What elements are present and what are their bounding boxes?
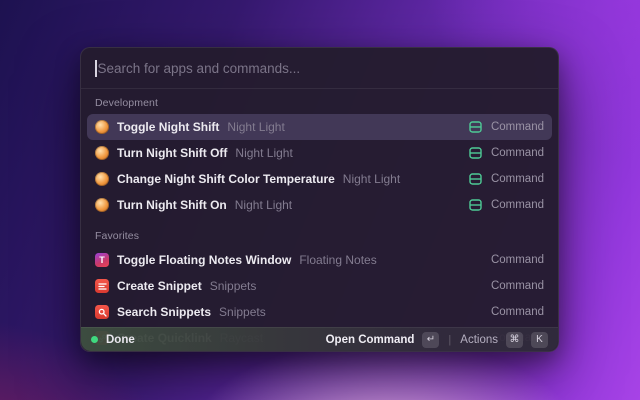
item-title: Search Snippets xyxy=(117,305,211,319)
item-title: Create Snippet xyxy=(117,279,202,293)
item-type-label: Command xyxy=(491,306,544,318)
item-type-label: Command xyxy=(491,121,544,133)
status-text: Done xyxy=(106,334,135,346)
item-subtitle: Night Light xyxy=(235,146,292,160)
raycast-launcher-window: Development Toggle Night Shift Night Light… xyxy=(80,47,559,352)
status-dot-icon xyxy=(91,336,98,343)
list-item[interactable]: Search Snippets Snippets Command xyxy=(87,299,552,325)
snippet-search-icon xyxy=(95,305,109,319)
snippet-lines-icon xyxy=(95,279,109,293)
item-subtitle: Floating Notes xyxy=(299,253,376,267)
item-subtitle: Night Light xyxy=(343,172,400,186)
k-key-icon: K xyxy=(531,332,548,348)
item-subtitle: Night Light xyxy=(227,120,284,134)
item-title: Toggle Floating Notes Window xyxy=(117,253,291,267)
floating-notes-icon: T xyxy=(95,253,109,267)
item-title: Turn Night Shift On xyxy=(117,198,227,212)
list-item[interactable]: Change Night Shift Color Temperature Nigh… xyxy=(87,166,552,192)
status-bar: Done Open Command ↵ | Actions ⌘ K xyxy=(81,327,558,351)
command-panel-icon xyxy=(469,147,483,160)
statusbar-separator: | xyxy=(447,334,452,346)
item-subtitle: Snippets xyxy=(210,279,257,293)
item-subtitle: Snippets xyxy=(219,305,266,319)
cmd-key-icon: ⌘ xyxy=(506,332,523,348)
actions-button[interactable]: Actions xyxy=(460,334,498,346)
list-item[interactable]: T Toggle Floating Notes Window Floating No… xyxy=(87,247,552,273)
results-list: Development Toggle Night Shift Night Light… xyxy=(81,89,558,351)
desktop: { "window": { "search": { "placeholder":… xyxy=(0,0,640,400)
search-bar[interactable] xyxy=(81,48,558,88)
item-title: Toggle Night Shift xyxy=(117,120,219,134)
list-item[interactable]: Create Snippet Snippets Command xyxy=(87,273,552,299)
night-shift-icon xyxy=(95,120,109,134)
search-input[interactable] xyxy=(98,61,545,76)
command-panel-icon xyxy=(469,121,483,134)
item-title: Change Night Shift Color Temperature xyxy=(117,172,335,186)
night-shift-icon xyxy=(95,198,109,212)
section-header: Development xyxy=(87,91,552,114)
night-shift-icon xyxy=(95,146,109,160)
open-command-button[interactable]: Open Command xyxy=(326,334,415,346)
list-item[interactable]: Turn Night Shift Off Night Light Command xyxy=(87,140,552,166)
item-type-label: Command xyxy=(491,173,544,185)
item-subtitle: Night Light xyxy=(235,198,292,212)
item-type-label: Command xyxy=(491,254,544,266)
section-header: Favorites xyxy=(87,218,552,247)
item-type-label: Command xyxy=(491,199,544,211)
text-caret xyxy=(95,60,97,77)
item-type-label: Command xyxy=(491,280,544,292)
command-panel-icon xyxy=(469,199,483,212)
enter-key-icon: ↵ xyxy=(422,332,439,348)
item-title: Turn Night Shift Off xyxy=(117,146,227,160)
night-shift-icon xyxy=(95,172,109,186)
command-panel-icon xyxy=(469,173,483,186)
item-type-label: Command xyxy=(491,147,544,159)
list-item[interactable]: Toggle Night Shift Night Light Command xyxy=(87,114,552,140)
list-item[interactable]: Turn Night Shift On Night Light Command xyxy=(87,192,552,218)
section-development: Development Toggle Night Shift Night Light… xyxy=(87,91,552,218)
